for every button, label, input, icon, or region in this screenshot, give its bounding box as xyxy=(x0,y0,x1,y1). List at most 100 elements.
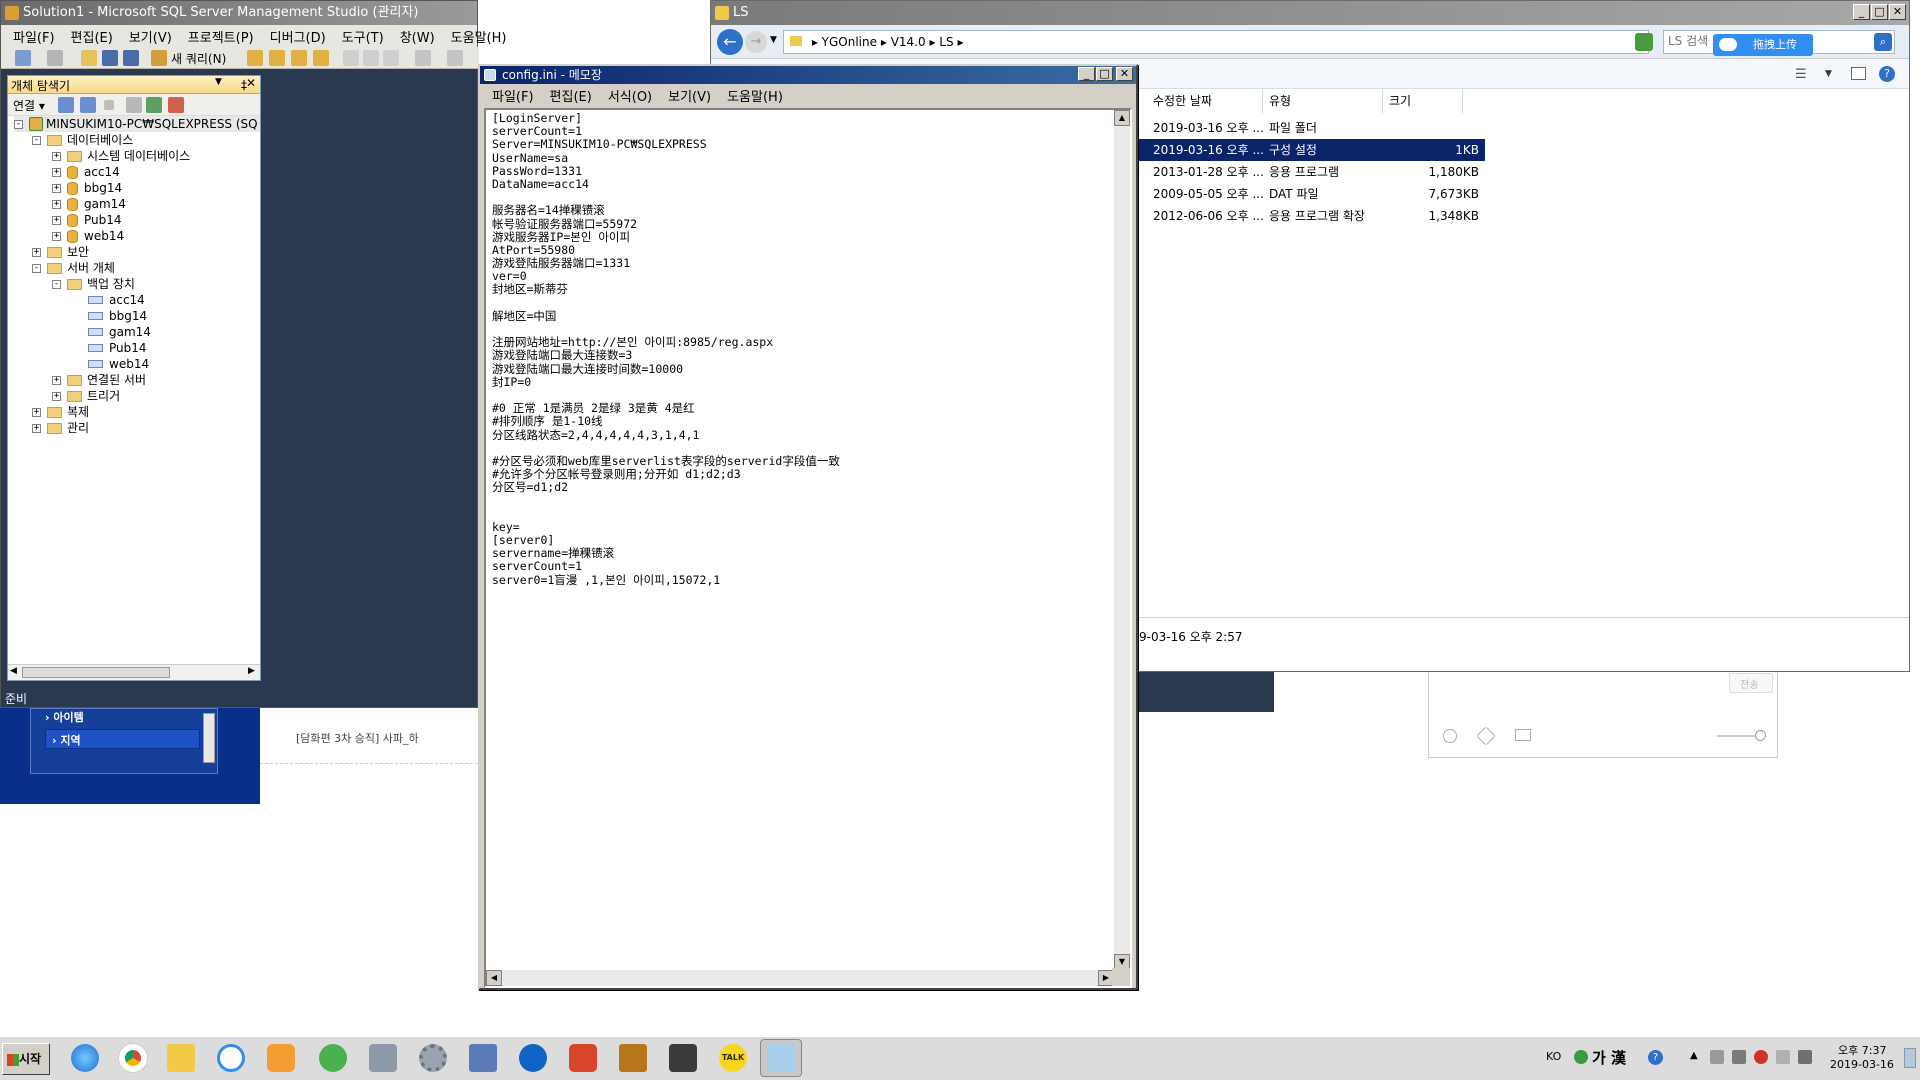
tree-backup-devices[interactable]: - 백업 장치 xyxy=(52,276,135,292)
new-query-icon[interactable] xyxy=(151,50,167,66)
refresh-icon[interactable] xyxy=(146,97,162,113)
tree-linked-servers[interactable]: + 연결된 서버 xyxy=(52,372,146,388)
activity-monitor-icon[interactable] xyxy=(168,97,184,113)
action-center-icon[interactable] xyxy=(1776,1050,1790,1064)
address-breadcrumb[interactable]: ▸ YGOnline ▸ V14.0 ▸ LS ▸ ▼ xyxy=(783,30,1649,54)
settings-gear-icon[interactable] xyxy=(412,1039,454,1077)
ime-help-icon[interactable]: ? xyxy=(1648,1050,1663,1065)
expand-icon[interactable]: + xyxy=(32,423,41,433)
tree-backup-gam14[interactable]: gam14 xyxy=(88,324,151,340)
clock-date[interactable]: 2019-03-16 xyxy=(1830,1058,1894,1071)
tree-backup-web14[interactable]: web14 xyxy=(88,356,149,372)
column-type[interactable]: 유형 xyxy=(1263,89,1383,113)
help-icon[interactable]: ? xyxy=(1879,66,1895,82)
tray-app-icon[interactable] xyxy=(1710,1050,1724,1064)
tree-replication[interactable]: + 복제 xyxy=(32,404,89,420)
notepad-menu-help[interactable]: 도움말(H) xyxy=(719,86,791,105)
remote-desktop-icon[interactable] xyxy=(462,1039,504,1077)
notepad-menu-view[interactable]: 보기(V) xyxy=(660,86,719,105)
ime-mode-indicator[interactable]: 가 漢 xyxy=(1592,1047,1626,1068)
cut-icon[interactable] xyxy=(343,50,359,66)
minimize-button[interactable]: _ xyxy=(1078,67,1095,81)
clock-time[interactable]: 오후 7:37 xyxy=(1838,1042,1886,1058)
notepad-task-icon[interactable] xyxy=(760,1039,802,1077)
back-icon[interactable]: ← xyxy=(717,29,743,55)
close-button[interactable]: ✕ xyxy=(1889,4,1906,20)
notepad-menu-file[interactable]: 파일(F) xyxy=(484,86,542,105)
ssms-titlebar[interactable]: Solution1 - Microsoft SQL Server Managem… xyxy=(1,1,477,25)
ime-globe-icon[interactable] xyxy=(1574,1050,1588,1064)
new-query-button[interactable]: 새 쿼리(N) xyxy=(171,50,226,67)
expand-icon[interactable]: + xyxy=(52,231,61,241)
connect-dropdown[interactable]: 연결 ▾ xyxy=(13,97,45,114)
show-desktop-icon[interactable] xyxy=(1904,1048,1916,1068)
tree-backup-acc14[interactable]: acc14 xyxy=(88,292,145,308)
tree-backup-pub14[interactable]: Pub14 xyxy=(88,340,147,356)
game-character-icon[interactable] xyxy=(662,1039,704,1077)
tree-backup-bbg14[interactable]: bbg14 xyxy=(88,308,147,324)
tools-icon[interactable] xyxy=(362,1039,404,1077)
object-explorer-hscrollbar[interactable]: ◀ ▶ xyxy=(8,664,260,680)
notepad-vscrollbar[interactable]: ▲ ▼ xyxy=(1114,110,1130,970)
tree-management[interactable]: + 관리 xyxy=(32,420,89,436)
ssms-menu-project[interactable]: 프로젝트(P) xyxy=(180,27,262,46)
maximize-button[interactable]: □ xyxy=(1871,4,1888,20)
connect-object-icon[interactable] xyxy=(58,97,74,113)
scroll-left-icon[interactable]: ◀ xyxy=(486,970,502,986)
tree-db-acc14[interactable]: + acc14 xyxy=(52,164,120,180)
baidu-upload-badge[interactable]: 拖拽上传 xyxy=(1713,34,1813,56)
table-row[interactable]: 2009-05-05 오후 ... DAT 파일 7,673KB xyxy=(1139,183,1485,205)
column-size[interactable]: 크기 xyxy=(1383,89,1463,113)
tree-db-web14[interactable]: + web14 xyxy=(52,228,124,244)
table-row[interactable]: 2019-03-16 오후 ... 파일 폴더 xyxy=(1139,117,1463,139)
tree-security[interactable]: + 보안 xyxy=(32,244,89,260)
expand-icon[interactable]: + xyxy=(52,167,61,177)
breadcrumb-sep-icon[interactable]: ▸ xyxy=(957,35,963,49)
open-file-icon[interactable] xyxy=(81,50,97,66)
column-date-modified[interactable]: 수정한 날짜 xyxy=(1139,89,1263,113)
notepad-menu-edit[interactable]: 편집(E) xyxy=(542,86,600,105)
analysis-query-icon[interactable] xyxy=(269,50,285,66)
panel-pin-icon[interactable]: ᅟ‡ xyxy=(230,76,247,93)
ssms-menu-debug[interactable]: 디버그(D) xyxy=(262,27,334,46)
baidu-netdisk-icon[interactable] xyxy=(210,1039,252,1077)
expand-icon[interactable]: + xyxy=(52,199,61,209)
xmla-query-icon[interactable] xyxy=(313,50,329,66)
tree-databases[interactable]: - 데이터베이스 xyxy=(32,132,133,148)
mdx-query-icon[interactable] xyxy=(291,50,307,66)
tree-db-gam14[interactable]: + gam14 xyxy=(52,196,126,212)
filter-icon[interactable] xyxy=(126,97,142,113)
expand-icon[interactable]: + xyxy=(32,407,41,417)
network-icon[interactable] xyxy=(1798,1050,1812,1064)
attach-icon[interactable] xyxy=(1476,726,1496,746)
kakaotalk-icon[interactable]: TALK xyxy=(712,1039,754,1077)
tree-triggers[interactable]: + 트리거 xyxy=(52,388,120,404)
stop-icon[interactable] xyxy=(104,100,114,110)
ssms-menu-file[interactable]: 파일(F) xyxy=(5,27,63,46)
panel-dropdown-icon[interactable]: ▼ xyxy=(215,77,222,87)
ie-icon[interactable] xyxy=(64,1039,106,1077)
maximize-button[interactable]: □ xyxy=(1096,67,1113,81)
media-player-icon[interactable] xyxy=(260,1039,302,1077)
redo-icon[interactable] xyxy=(447,50,463,66)
security-alert-icon[interactable] xyxy=(1754,1050,1768,1064)
ssms-menu-tools[interactable]: 도구(T) xyxy=(334,27,392,46)
notepad-titlebar[interactable]: config.ini - 메모장 _ □ ✕ xyxy=(480,66,1136,84)
utorrent-icon[interactable] xyxy=(312,1039,354,1077)
web-nav-item-partial[interactable]: › 아이템 xyxy=(45,709,84,725)
table-row-selected[interactable]: 2019-03-16 오후 ... 구성 설정 1KB xyxy=(1139,139,1485,161)
chat-slider-knob[interactable] xyxy=(1755,730,1766,741)
expand-icon[interactable]: + xyxy=(52,151,61,161)
language-indicator[interactable]: KO xyxy=(1546,1050,1561,1063)
image-icon[interactable] xyxy=(1515,729,1531,741)
db-engine-query-icon[interactable] xyxy=(247,50,263,66)
breadcrumb-v14[interactable]: V14.0 xyxy=(891,35,926,49)
tree-system-databases[interactable]: + 시스템 데이터베이스 xyxy=(52,148,190,164)
new-project-icon[interactable] xyxy=(15,50,31,66)
notepad-hscrollbar[interactable]: ◀ ▶ xyxy=(486,970,1114,986)
breadcrumb-ygonline[interactable]: YGOnline xyxy=(822,35,877,49)
save-all-icon[interactable] xyxy=(123,50,139,66)
undo-icon[interactable] xyxy=(415,50,431,66)
sword-app-icon[interactable] xyxy=(612,1039,654,1077)
breadcrumb-sep-icon[interactable]: ▸ xyxy=(881,35,891,49)
